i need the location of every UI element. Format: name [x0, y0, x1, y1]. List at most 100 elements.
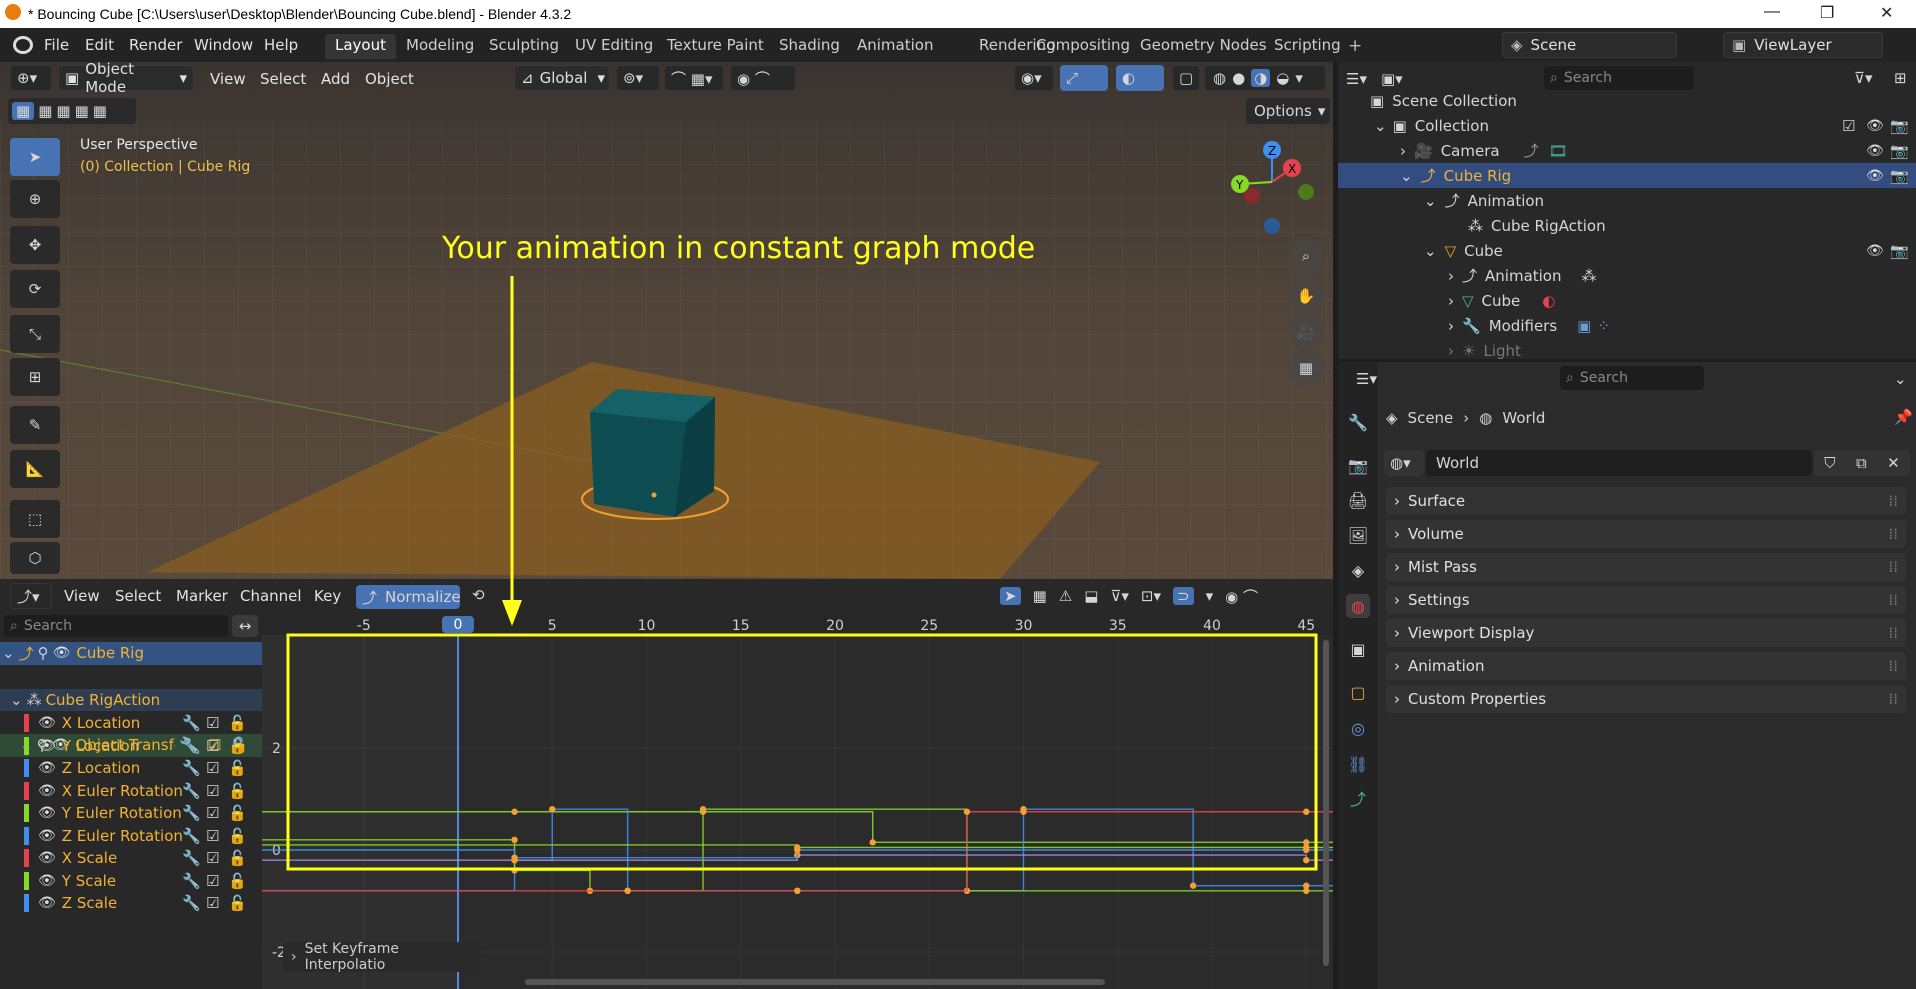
measure-tool[interactable]: 📐: [10, 450, 60, 488]
viewport-menu-add[interactable]: Add: [321, 70, 350, 88]
collection-tab[interactable]: ▣: [1346, 637, 1370, 661]
lock-icon[interactable]: 🔓: [228, 737, 247, 755]
chevron-right-icon[interactable]: ›: [1448, 342, 1454, 360]
graph-editor-type-button[interactable]: ⤴▾: [10, 583, 52, 609]
move-tool[interactable]: ✥: [10, 226, 60, 264]
fcurve-channel-row[interactable]: 👁 Z Scale 🔧 ☑ 🔓: [0, 892, 262, 915]
drag-handle-icon[interactable]: ⁞⁞: [1888, 492, 1898, 510]
physics-tab[interactable]: ◎: [1346, 716, 1370, 740]
camera-view-button[interactable]: 🎥: [1288, 314, 1324, 350]
outliner-row-animation[interactable]: ⌄ ⤴ Animation: [1338, 188, 1916, 213]
outliner-editor-icon[interactable]: ☰▾: [1346, 70, 1367, 88]
properties-search-field[interactable]: ⌕ Search: [1560, 366, 1704, 390]
lock-icon[interactable]: 🔓: [228, 827, 247, 845]
eye-icon[interactable]: 👁: [1866, 168, 1884, 184]
visibility-button[interactable]: ◉▾: [1014, 65, 1054, 91]
select-cursor-icon[interactable]: ➤: [1000, 587, 1021, 605]
options-button[interactable]: Options ▾: [1246, 98, 1330, 124]
panel-settings[interactable]: › Settings ⁞⁞: [1386, 586, 1906, 614]
panel-volume[interactable]: › Volume ⁞⁞: [1386, 520, 1906, 548]
menu-render[interactable]: Render: [129, 36, 182, 54]
checkbox-icon[interactable]: ☑: [206, 872, 219, 890]
warning-icon[interactable]: ⚠: [1059, 587, 1072, 605]
graph-canvas[interactable]: -5 5 10 15 20 25 30 35 40 4520-20: [262, 613, 1333, 989]
lock-icon[interactable]: 🔓: [228, 714, 247, 732]
wrench-icon[interactable]: 🔧: [182, 827, 201, 845]
eye-icon[interactable]: 👁: [53, 645, 71, 661]
fcurve-channel-row[interactable]: 👁 Y Euler Rotation 🔧 ☑ 🔓: [0, 802, 262, 825]
outliner-row-animation-2[interactable]: › ⤴ Animation ⁂: [1338, 263, 1916, 288]
eye-icon[interactable]: 👁: [38, 738, 56, 754]
fake-user-icon[interactable]: ⛉: [1824, 454, 1835, 472]
camera-render-icon[interactable]: 📷: [1890, 242, 1909, 260]
drag-handle-icon[interactable]: ⁞⁞: [1888, 624, 1898, 642]
channel-action-row[interactable]: ⌄ ⁂ Cube RigAction: [0, 688, 262, 711]
rotate-tool[interactable]: ⟳: [10, 270, 60, 308]
outliner-row-light[interactable]: › ☀ Light: [1338, 338, 1916, 360]
render-tab[interactable]: 📷: [1346, 453, 1370, 477]
chevron-down-icon[interactable]: ⌄: [1894, 370, 1907, 388]
expand-chevron-icon[interactable]: ⌄: [10, 691, 23, 709]
chevron-right-icon[interactable]: ›: [1448, 317, 1454, 335]
scene-tab[interactable]: ◈: [1346, 558, 1370, 582]
outliner-row-action[interactable]: ⁂ Cube RigAction: [1338, 213, 1916, 238]
eye-icon[interactable]: 👁: [38, 715, 56, 731]
snap-button[interactable]: ⌒ ▦▾: [664, 65, 724, 91]
wireframe-shading-icon[interactable]: ◍: [1213, 69, 1226, 87]
output-tab[interactable]: 🖨: [1346, 488, 1370, 512]
checkbox-icon[interactable]: ☑: [206, 737, 219, 755]
tab-animation[interactable]: Animation: [847, 34, 943, 59]
checkbox-icon[interactable]: ☑: [206, 804, 219, 822]
wrench-icon[interactable]: 🔧: [182, 737, 201, 755]
chevron-right-icon[interactable]: ›: [1448, 267, 1454, 285]
wrench-icon[interactable]: 🔧: [182, 804, 201, 822]
box-select-icon[interactable]: ▦: [1033, 587, 1047, 605]
camera-render-icon[interactable]: 📷: [1890, 142, 1909, 160]
operator-panel[interactable]: › Set Keyframe Interpolatio: [283, 941, 481, 973]
eye-icon[interactable]: 👁: [38, 805, 56, 821]
wrench-icon[interactable]: 🔧: [182, 782, 201, 800]
panel-viewport-display[interactable]: › Viewport Display ⁞⁞: [1386, 619, 1906, 647]
eye-icon[interactable]: 👁: [1866, 243, 1884, 259]
drag-handle-icon[interactable]: ⁞⁞: [1888, 690, 1898, 708]
checkbox-icon[interactable]: ☑: [206, 714, 219, 732]
drag-handle-icon[interactable]: ⁞⁞: [1888, 525, 1898, 543]
chevron-right-icon[interactable]: ›: [1400, 142, 1406, 160]
lock-icon[interactable]: 🔓: [228, 894, 247, 912]
shading-modes[interactable]: ◍ ● ◑ ◒ ▾: [1204, 65, 1326, 91]
zoom-button[interactable]: ⌕: [1288, 238, 1324, 274]
eye-icon[interactable]: 👁: [38, 850, 56, 866]
proportional-edit-button[interactable]: ◉ ⌒: [730, 65, 796, 91]
properties-editor-icon[interactable]: ☰▾: [1356, 370, 1377, 388]
checkbox-icon[interactable]: ☑: [1842, 117, 1855, 135]
normalize-toggle[interactable]: ⤴ Normalize: [356, 585, 461, 609]
outliner-row-camera[interactable]: › 🎥 Camera ⤴ 🎞 👁 📷: [1338, 138, 1916, 163]
eye-icon[interactable]: 👁: [1866, 118, 1884, 134]
world-name-field[interactable]: World: [1426, 450, 1812, 476]
duplicate-icon[interactable]: ⧉: [1856, 454, 1867, 472]
scale-tool[interactable]: ⤡: [10, 315, 60, 353]
drag-handle-icon[interactable]: ⁞⁞: [1888, 558, 1898, 576]
object-tab[interactable]: ▢: [1346, 680, 1370, 704]
checkbox-icon[interactable]: ☑: [206, 759, 219, 777]
xray-toggle[interactable]: ▢: [1172, 65, 1200, 91]
navigation-gizmo[interactable]: Z X Y: [1222, 138, 1326, 242]
select-intersect-icon[interactable]: ▦: [93, 102, 107, 120]
add-workspace-button[interactable]: +: [1348, 36, 1362, 56]
graph-menu-marker[interactable]: Marker: [176, 587, 228, 605]
lock-icon[interactable]: 🔓: [228, 849, 247, 867]
blender-menu-icon[interactable]: [13, 36, 33, 54]
fcurve-channel-row[interactable]: 👁 X Euler Rotation 🔧 ☑ 🔓: [0, 780, 262, 803]
3d-viewport[interactable]: [0, 62, 1333, 579]
tweak-icon[interactable]: ⬓: [1084, 587, 1098, 605]
lock-icon[interactable]: 🔓: [228, 782, 247, 800]
annotate-tool[interactable]: ✎: [10, 406, 60, 444]
swap-channels-button[interactable]: ↔: [232, 615, 258, 637]
filter-icon[interactable]: ⊽▾: [1110, 587, 1129, 605]
maximize-button[interactable]: ❐: [1820, 3, 1834, 23]
ortho-toggle-button[interactable]: ▦: [1288, 350, 1324, 386]
transform-tool[interactable]: ⊞: [10, 358, 60, 396]
overlays-toggle[interactable]: ◐: [1116, 65, 1164, 91]
eye-icon[interactable]: 👁: [38, 783, 56, 799]
lock-icon[interactable]: 🔓: [228, 759, 247, 777]
